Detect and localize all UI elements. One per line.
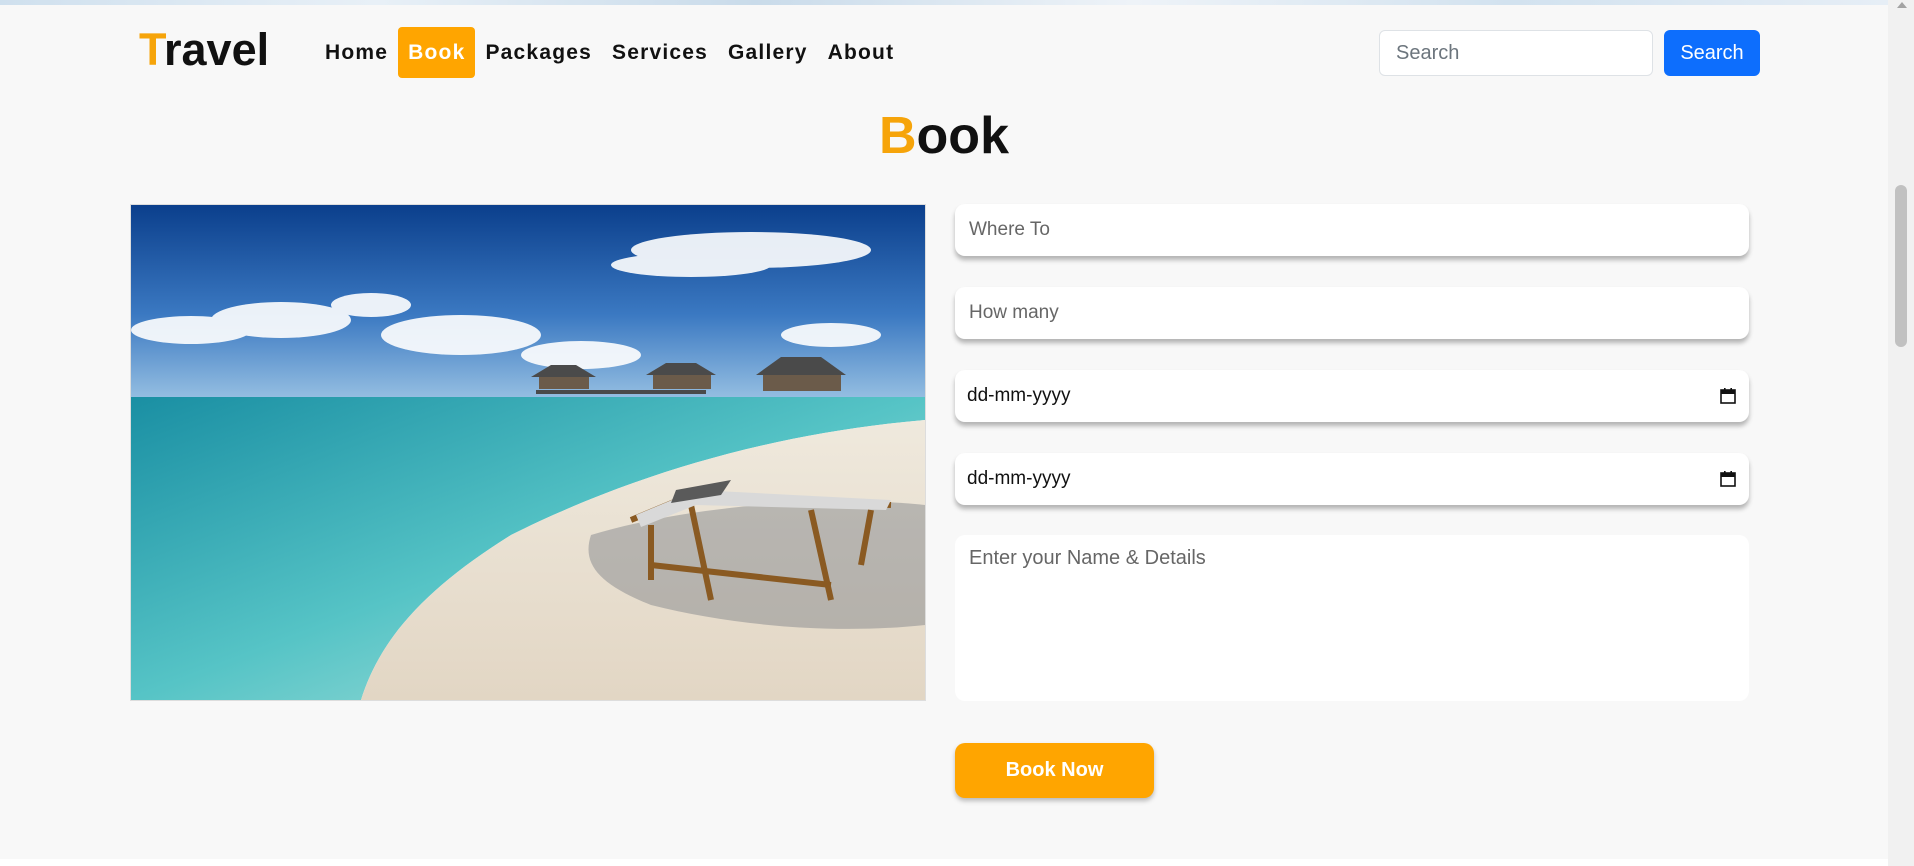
- where-to-input[interactable]: [967, 218, 1737, 242]
- main-nav: Home Book Packages Services Gallery Abou…: [315, 27, 904, 78]
- leaving-date-field[interactable]: dd-mm-yyyy: [955, 453, 1749, 505]
- details-textarea[interactable]: [955, 535, 1749, 701]
- page-bottom-edge: [0, 859, 1888, 866]
- calendar-icon[interactable]: [1719, 470, 1737, 488]
- nav-item-packages[interactable]: Packages: [475, 27, 602, 78]
- search-button[interactable]: Search: [1664, 30, 1760, 76]
- scrollbar-thumb[interactable]: [1895, 185, 1907, 347]
- page-title: Book: [878, 107, 1009, 165]
- how-many-input[interactable]: [967, 301, 1737, 325]
- nav-item-about[interactable]: About: [818, 27, 905, 78]
- brand-logo[interactable]: Travel: [139, 22, 269, 78]
- top-banner-strip: [0, 0, 1888, 5]
- where-to-field[interactable]: [955, 204, 1749, 256]
- nav-item-book[interactable]: Book: [398, 27, 476, 78]
- scrollbar[interactable]: [1888, 0, 1914, 866]
- nav-item-gallery[interactable]: Gallery: [718, 27, 818, 78]
- book-now-button[interactable]: Book Now: [955, 743, 1154, 798]
- leaving-date-value: dd-mm-yyyy: [967, 468, 1071, 489]
- arrival-date-field[interactable]: dd-mm-yyyy: [955, 370, 1749, 422]
- beach-image: [130, 204, 926, 701]
- scroll-up-arrow-icon[interactable]: [1897, 2, 1907, 8]
- nav-item-home[interactable]: Home: [315, 27, 398, 78]
- calendar-icon[interactable]: [1719, 387, 1737, 405]
- how-many-field[interactable]: [955, 287, 1749, 339]
- arrival-date-value: dd-mm-yyyy: [967, 385, 1071, 406]
- nav-item-services[interactable]: Services: [602, 27, 718, 78]
- search-input[interactable]: [1379, 30, 1653, 76]
